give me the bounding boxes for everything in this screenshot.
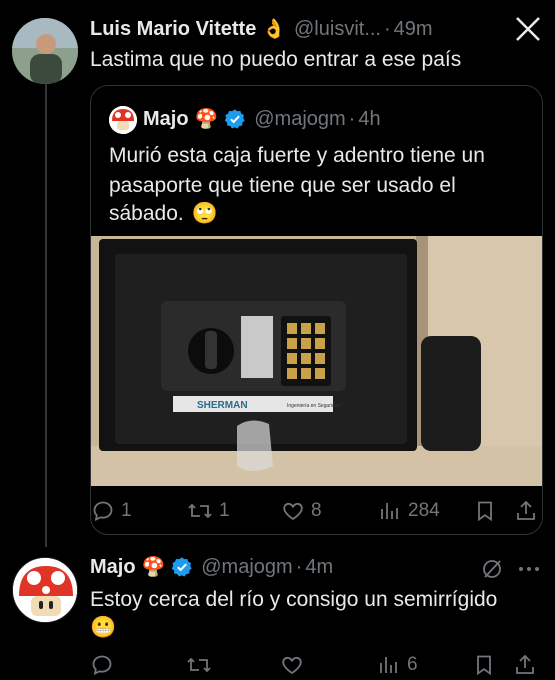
main-bookmark-button[interactable] [472,653,496,677]
grok-icon[interactable] [480,557,504,581]
quoted-tweet-card[interactable]: Majo 🍄 @majogm · 4h Murió esta caja fuer… [90,85,543,535]
views-icon [380,657,397,673]
quote-author-emoji: 🍄 [194,109,219,130]
quote-like-button[interactable]: 8 [281,499,322,523]
verified-badge-icon [224,109,245,129]
quote-timestamp[interactable]: 4h [358,108,380,131]
bookmark-icon [477,655,491,676]
main-action-bar: 6 [90,650,543,680]
main-timestamp[interactable]: 4m [305,556,333,579]
quote-views-button[interactable]: 284 [378,499,440,523]
quote-media-photo[interactable]: SHERMAN Ingeniería en Seguridad [91,236,542,486]
quote-text-line1: Murió esta caja fuerte y adentro tiene u… [109,144,485,167]
quote-separator: · [348,107,356,130]
share-icon [516,654,534,674]
retweet-icon [188,503,212,519]
main-author-handle[interactable]: @majogm [201,556,292,579]
main-author-name[interactable]: Majo [90,556,136,579]
main-text-emoji: 😬 [90,616,117,639]
verified-badge-icon [171,557,192,577]
quote-action-bar: 1 1 8 284 [91,496,542,526]
quote-text-line3-words: sábado. [109,202,184,225]
quote-bookmark-button[interactable] [473,499,497,523]
reply-author-handle[interactable]: @luisvit... [294,18,381,41]
like-icon [283,502,303,521]
avatar-majo[interactable] [12,557,78,623]
main-views-count: 6 [407,654,418,675]
quote-retweet-count: 1 [219,500,230,521]
quote-text-line2: pasaporte que tiene que ser usado el [109,174,456,197]
main-retweet-button[interactable] [186,653,212,677]
views-icon [381,503,398,519]
safe-caption-label: Ingeniería en Seguridad [287,403,341,409]
reply-header: Luis Mario Vitette 👌 @luisvit... · 49m [90,17,433,41]
reply-timestamp[interactable]: 49m [394,18,433,41]
main-author-emoji: 🍄 [141,557,166,578]
reply-text: Lastima que no puedo entrar a ese país [90,48,462,71]
quote-views-count: 284 [408,500,440,521]
quote-avatar [109,106,137,134]
main-like-button[interactable] [280,653,304,677]
bookmark-icon [478,501,492,522]
more-icon[interactable] [516,557,542,581]
quote-author-name[interactable]: Majo [143,108,189,131]
reply-author-emoji: 👌 [262,19,286,40]
reply-icon [93,501,113,522]
safe-brand-label: SHERMAN [197,400,248,411]
main-reply-button[interactable] [90,653,114,677]
main-separator: · [295,555,303,578]
quote-header: Majo 🍄 @majogm · 4h [143,107,381,131]
retweet-icon [187,657,211,673]
main-header: Majo 🍄 @majogm · 4m [90,555,333,579]
quote-reply-count: 1 [121,500,132,521]
reply-separator: · [383,17,391,40]
quote-author-handle[interactable]: @majogm [254,108,345,131]
quote-retweet-button[interactable]: 1 [187,499,230,523]
quote-text-line3: sábado. 🙄 [109,200,218,228]
reply-icon [92,655,112,676]
quote-reply-button[interactable]: 1 [91,499,132,523]
quote-like-count: 8 [311,500,322,521]
main-share-button[interactable] [513,653,537,677]
quote-text-emoji: 🙄 [191,202,218,225]
quote-share-button[interactable] [514,499,538,523]
main-views-button[interactable]: 6 [377,653,418,677]
main-text: Estoy cerca del río y consigo un semirrí… [90,588,498,611]
thread-connector-line [45,82,47,547]
close-icon[interactable] [513,14,543,44]
like-icon [282,656,302,675]
share-icon [517,500,535,520]
avatar-luis[interactable] [12,18,78,84]
reply-author-name[interactable]: Luis Mario Vitette [90,18,256,41]
